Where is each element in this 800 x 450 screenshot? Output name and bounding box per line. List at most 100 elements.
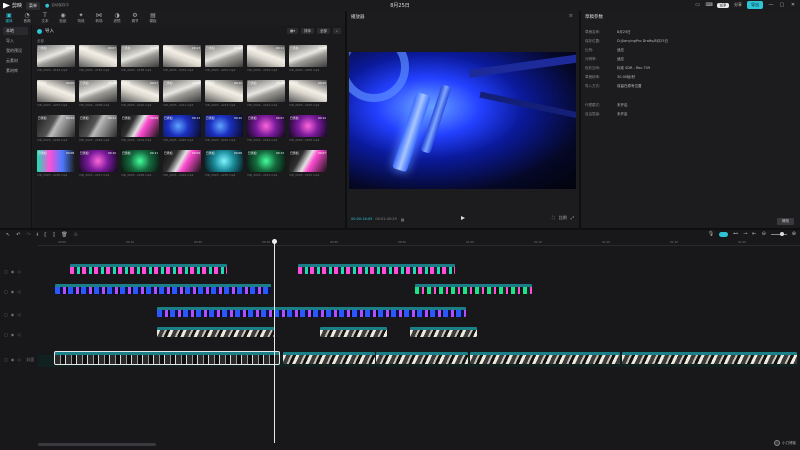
lock-icon[interactable]: ▢ [4, 357, 8, 363]
main-track-magnet-toggle[interactable] [719, 231, 729, 237]
shortcut-icon[interactable]: ⌨ [706, 2, 713, 8]
close-icon[interactable]: ✕ [790, 2, 796, 8]
sort-button[interactable]: 排序 [301, 28, 315, 34]
sidebar-item[interactable]: 云素材 [3, 57, 28, 65]
undo-icon[interactable]: ↶ [16, 232, 20, 238]
crop-icon[interactable]: ⛶ [552, 215, 555, 221]
sidebar-item[interactable]: 素材库 [3, 67, 28, 75]
mute-icon[interactable]: ◁ [17, 332, 20, 337]
media-thumbnail[interactable]: 已添加 00:13 VID_2023...2220.mp4 [163, 115, 201, 148]
hide-icon[interactable]: ◉ [11, 289, 15, 294]
playhead[interactable] [274, 240, 275, 443]
layout-icon[interactable]: ▭ [695, 2, 701, 8]
cover-button[interactable]: 封面 [26, 357, 34, 363]
timeline-clip[interactable]: VID_20230825_212348.mp4 00:00:11:16 [70, 264, 227, 274]
more-tools-icon[interactable]: ⊕ [74, 232, 78, 238]
media-thumbnail[interactable]: 已添加 00:08 VID_2023...2226.mp4 [37, 150, 75, 183]
sidebar-item[interactable]: 我的预设 [3, 47, 28, 55]
redo-icon[interactable]: ↷ [26, 232, 30, 238]
zoom-out-icon[interactable]: ⊖ [762, 231, 766, 237]
media-thumbnail[interactable]: 已添加 00:12 VID_2023...2208.mp4 [79, 80, 117, 113]
ratio-button[interactable]: 比例 [559, 215, 567, 221]
filter-button[interactable]: 全部 [317, 28, 331, 34]
timeline-clip[interactable]: VID_20230825_210513.mp4 00:00:05:19 [410, 327, 477, 337]
timeline-clip[interactable]: VID_20230825_220403.mp4 00:00:06:24 [283, 352, 375, 364]
lock-icon[interactable]: ▢ [4, 312, 8, 317]
split-left-icon[interactable]: ⟦ [44, 232, 46, 238]
timeline-clip[interactable]: VID_20230825_212203.mp4 00:00:16:00 [55, 284, 271, 294]
media-thumbnail[interactable]: 已添加 00:09 VID_2023...2207.mp4 [37, 80, 75, 113]
timeline-clip[interactable]: VID_20230825_220721.mp4 00:00:12:00 [470, 352, 620, 364]
tab-text[interactable]: T 文本 [36, 11, 54, 25]
media-thumbnail[interactable]: 已添加 00:08 VID_2023...2214.mp4 [247, 80, 285, 113]
timeline-clip[interactable]: VID_20230825_212223.mp4 00:00:08:22 [415, 284, 532, 294]
select-tool-icon[interactable]: ↖ [6, 232, 10, 238]
hide-icon[interactable]: ◉ [11, 269, 15, 274]
share-button[interactable]: 分享 [734, 2, 742, 8]
timeline-clip[interactable]: VID_20230825_220512.mp4 00:00:06:24 [376, 352, 468, 364]
sidebar-item[interactable]: 导入 [3, 37, 28, 45]
hide-icon[interactable]: ◉ [11, 312, 15, 317]
delete-icon[interactable]: 🗑 [61, 232, 67, 238]
lock-icon[interactable]: ▢ [4, 269, 8, 274]
tab-transition[interactable]: ⋈ 转场 [90, 11, 108, 25]
view-toggle-icon[interactable]: ▦▾ [286, 28, 299, 34]
media-thumbnail[interactable]: 已添加 00:05 VID_2023...2215.mp4 [289, 80, 327, 113]
split-icon[interactable]: ⫲ [37, 232, 39, 238]
menu-button[interactable]: 菜单 [26, 1, 41, 10]
zoom-in-icon[interactable]: ⊕ [792, 231, 796, 237]
timeline-clip[interactable]: VID_20230825_212348.mp4 00:00:11:16 [298, 264, 455, 274]
fullscreen-icon[interactable]: ⤢ [571, 215, 574, 221]
minimize-icon[interactable]: — [768, 2, 774, 8]
lock-icon[interactable]: ▢ [4, 289, 8, 294]
media-thumbnail[interactable]: 已添加 00:10 VID_2023...2227.mp4 [79, 150, 117, 183]
media-thumbnail[interactable]: 已添加 00:07 VID_2023...2156.mp4 [79, 45, 117, 78]
timeline-clip[interactable]: VID_20230825_213227.mp4 00:00:23:20 [157, 307, 466, 317]
media-thumbnail[interactable]: 已添加 00:06 VID_2023...2158.mp4 [121, 45, 159, 78]
tab-media[interactable]: ▣ 媒体 [0, 11, 18, 25]
player-menu-icon[interactable]: ≡ [569, 13, 573, 19]
hide-icon[interactable]: ◉ [11, 332, 15, 337]
maximize-icon[interactable]: ▢ [779, 2, 785, 8]
mute-icon[interactable]: ◁ [17, 312, 20, 317]
snap-icon[interactable]: ⇤ [752, 231, 756, 237]
modify-button[interactable]: 修改 [777, 218, 794, 225]
tab-template[interactable]: ▤ 模板 [144, 11, 162, 25]
media-thumbnail[interactable]: 已添加 00:13 VID_2023...2231.mp4 [247, 150, 285, 183]
media-thumbnail[interactable]: 已添加 00:07 VID_2023...2210.mp4 [121, 80, 159, 113]
tab-effects[interactable]: ✦ 特效 [72, 11, 90, 25]
vip-badge[interactable]: VIP [716, 2, 729, 8]
playhead-handle[interactable] [272, 239, 277, 244]
preview-axis-icon[interactable]: ⊸ [743, 231, 747, 237]
media-thumbnail[interactable]: 已添加 00:14 VID_2023...2216.mp4 [37, 115, 75, 148]
tab-filter[interactable]: ◑ 滤镜 [108, 11, 126, 25]
media-thumbnail[interactable]: 已添加 00:17 VID_2023...2154.mp4 [37, 45, 75, 78]
media-thumbnail[interactable]: 已添加 00:08 VID_2023...2205.mp4 [289, 45, 327, 78]
split-right-icon[interactable]: ⟧ [53, 232, 55, 238]
search-icon[interactable]: ⌕ [333, 28, 341, 34]
media-thumbnail[interactable]: 已添加 00:09 VID_2023...2229.mp4 [163, 150, 201, 183]
media-thumbnail[interactable]: 已添加 00:10 VID_2023...2222.mp4 [205, 115, 243, 148]
timeline-clip[interactable]: VID_20230825_220721.mp4 00:00:13:03 [622, 352, 797, 364]
media-thumbnail[interactable]: 已添加 00:06 VID_2023...2211.mp4 [163, 80, 201, 113]
media-thumbnail[interactable]: 已添加 00:09 VID_2023...2219.mp4 [121, 115, 159, 148]
link-icon[interactable]: ⊷ [733, 231, 738, 237]
timeline-clip[interactable]: VID_20230825_211015.mp4 00:00:05:07 [320, 327, 387, 337]
timeline-ruler[interactable]: 00:00 00:10 00:20 00:30 00:40 00:50 01:00 01:10… [38, 240, 800, 246]
media-thumbnail[interactable]: 已添加 00:12 VID_2023...2225.mp4 [289, 115, 327, 148]
mute-icon[interactable]: ◁ [17, 357, 20, 363]
timeline-clip[interactable]: VID_20230825_220114.mp4 00:00:16:20 [54, 351, 280, 365]
media-thumbnail[interactable]: 已添加 00:07 VID_2023...2224.mp4 [247, 115, 285, 148]
sidebar-item[interactable]: 本地 [3, 27, 28, 35]
tab-sticker[interactable]: ◉ 贴纸 [54, 11, 72, 25]
lock-icon[interactable]: ▢ [4, 332, 8, 337]
media-thumbnail[interactable]: 已添加 00:07 VID_2023...2232.mp4 [289, 150, 327, 183]
import-button[interactable]: 导入 [37, 28, 54, 34]
media-thumbnail[interactable]: 已添加 00:06 VID_2023...2230.mp4 [205, 150, 243, 183]
media-thumbnail[interactable]: 已添加 00:11 VID_2023...2228.mp4 [121, 150, 159, 183]
timeline-scrollbar[interactable] [38, 443, 156, 446]
media-thumbnail[interactable]: 已添加 00:10 VID_2023...2201.mp4 [205, 45, 243, 78]
media-thumbnail[interactable]: 已添加 00:11 VID_2023...2203.mp4 [247, 45, 285, 78]
microphone-icon[interactable]: 🎙 [708, 231, 714, 237]
tab-adjust[interactable]: ⚙ 调节 [126, 11, 144, 25]
